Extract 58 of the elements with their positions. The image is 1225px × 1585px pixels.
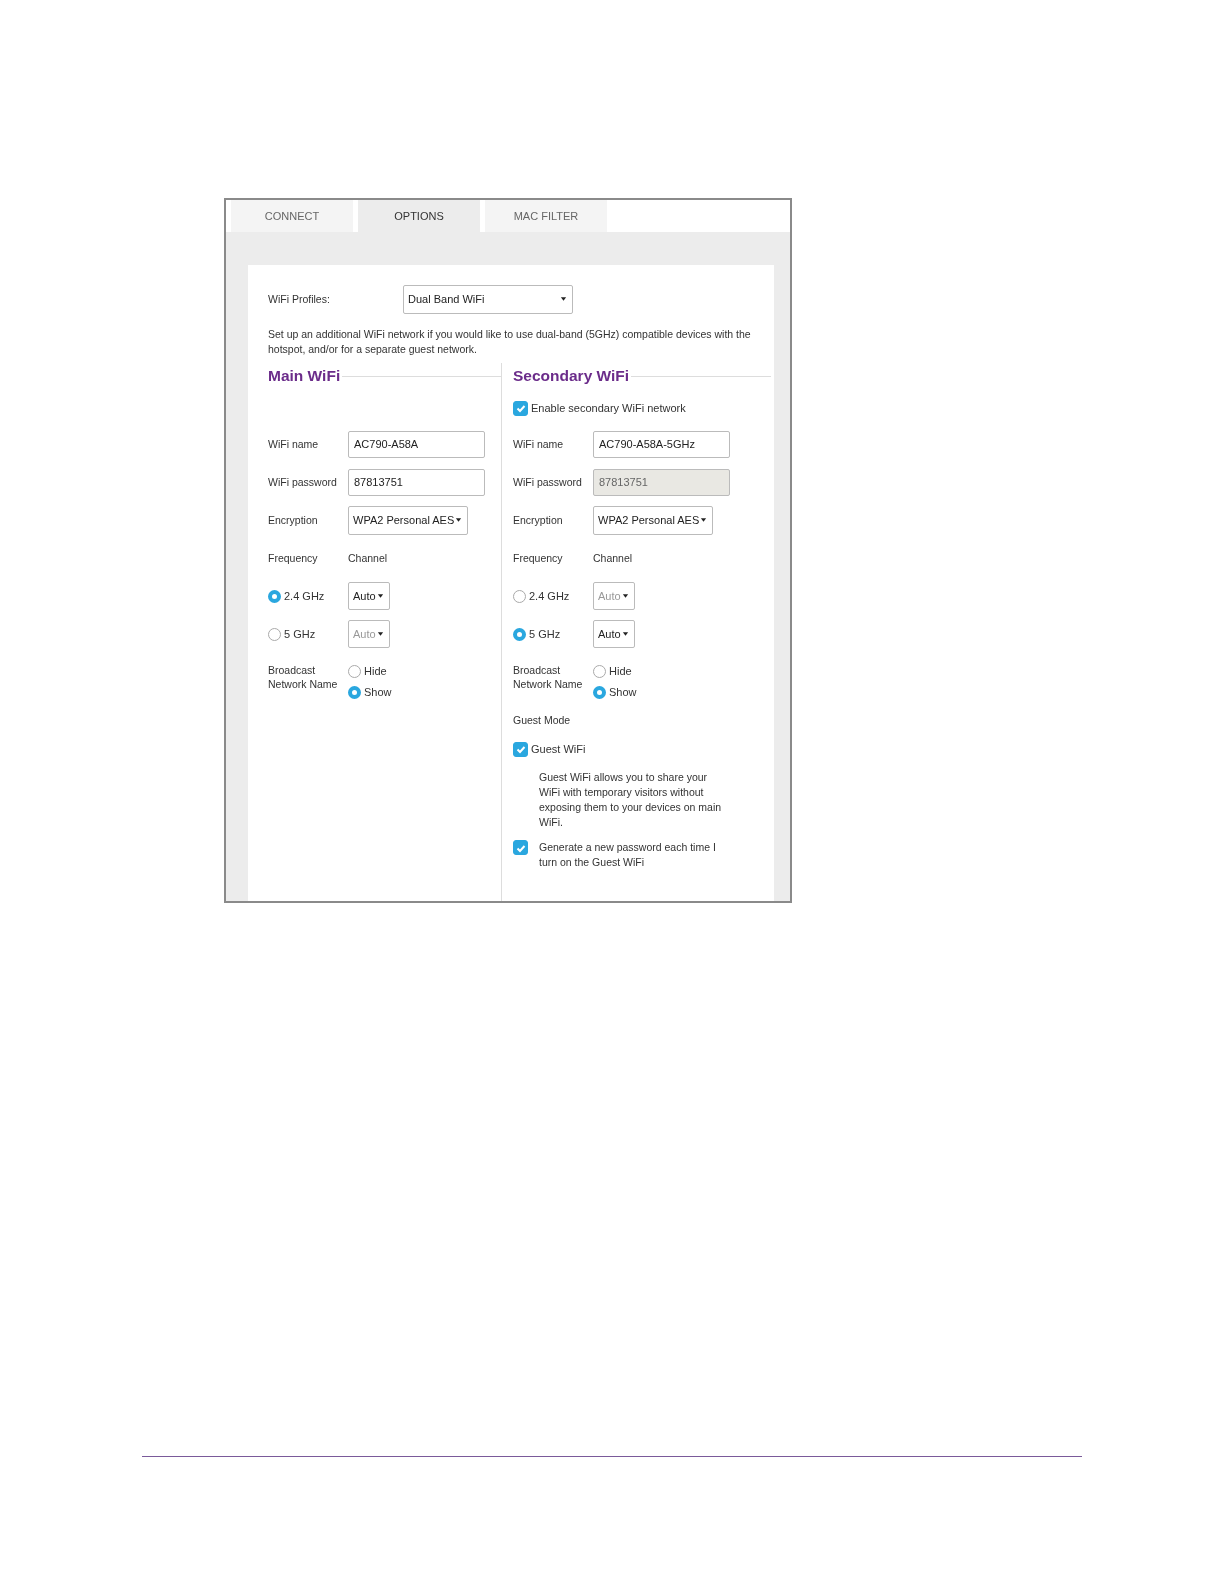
section-label: Guest Mode [513,714,572,726]
radio-label: 5 GHz [284,628,316,640]
radio-button[interactable] [348,664,361,678]
checkbox[interactable] [513,741,528,757]
checkbox-label: Guest WiFi [531,743,586,755]
radio-label: Hide [364,665,387,677]
encryption-dropdown[interactable]: WPA2 Personal AES [348,505,468,535]
field-label: Channel [348,552,388,564]
field-label: Encryption [268,514,319,526]
field-label: Frequency [268,552,319,564]
caret-icon [377,631,384,637]
radio-label: 5 GHz [529,628,561,640]
input-field[interactable]: AC790-A58A-5GHz [593,430,730,458]
caret-icon [622,593,629,599]
field-label: WiFi password [513,476,583,488]
input-field[interactable]: AC790-A58A [348,430,485,458]
radio-button[interactable] [513,589,526,603]
radio-label: 2.4 GHz [284,590,325,602]
radio-label: Show [609,686,637,698]
section-title: Main WiFi [268,367,341,385]
description-text: Guest WiFi allows you to share your WiFi with temporary visitors without exposing them to your devices on main WiFi. [539,770,723,830]
radio-label: Hide [609,665,632,677]
radio-button[interactable] [593,664,606,678]
checkbox[interactable] [513,400,528,416]
caret-icon [622,631,629,637]
radio-label: 2.4 GHz [529,590,570,602]
radio-button[interactable] [513,627,526,641]
section-title: Secondary WiFi [513,367,630,385]
field-label: WiFi password [268,476,338,488]
tab[interactable]: OPTIONS [358,200,480,232]
radio-button[interactable] [593,685,606,699]
caret-icon [455,517,462,523]
description-text: Set up an additional WiFi network if you would like to use dual-band (5GHz) compatible devices with the hotspot, and/or for a separate guest network. [268,327,752,357]
checkbox-label: Enable secondary WiFi network [531,402,686,414]
checkbox-label: Generate a new password each time I turn on the Guest WiFi [539,840,717,870]
field-label: Frequency [513,552,564,564]
tab[interactable]: CONNECT [231,200,353,232]
field-label: WiFi name [513,438,565,450]
checkbox[interactable] [513,840,528,855]
password-field[interactable]: 87813751 [348,468,485,496]
radio-button[interactable] [348,685,361,699]
radio-label: Show [364,686,392,698]
caret-icon [700,517,707,523]
encryption-dropdown[interactable]: WPA2 Personal AES [593,505,713,535]
caret-icon [560,296,567,302]
tab[interactable]: MAC FILTER [485,200,607,232]
field-label: WiFi name [268,438,320,450]
field-label: Encryption [513,514,564,526]
radio-button[interactable] [268,627,281,641]
channel-dropdown[interactable]: Auto [348,582,390,610]
field-label: Channel [593,552,633,564]
profile-dropdown[interactable]: Dual Band WiFi [403,284,573,314]
channel-dropdown[interactable]: Auto [593,620,635,648]
radio-button[interactable] [268,589,281,603]
caret-icon [377,593,384,599]
field-label: Broadcast Network Name [268,663,339,692]
field-label: WiFi Profiles: [268,293,331,305]
field-label: Broadcast Network Name [513,663,584,692]
